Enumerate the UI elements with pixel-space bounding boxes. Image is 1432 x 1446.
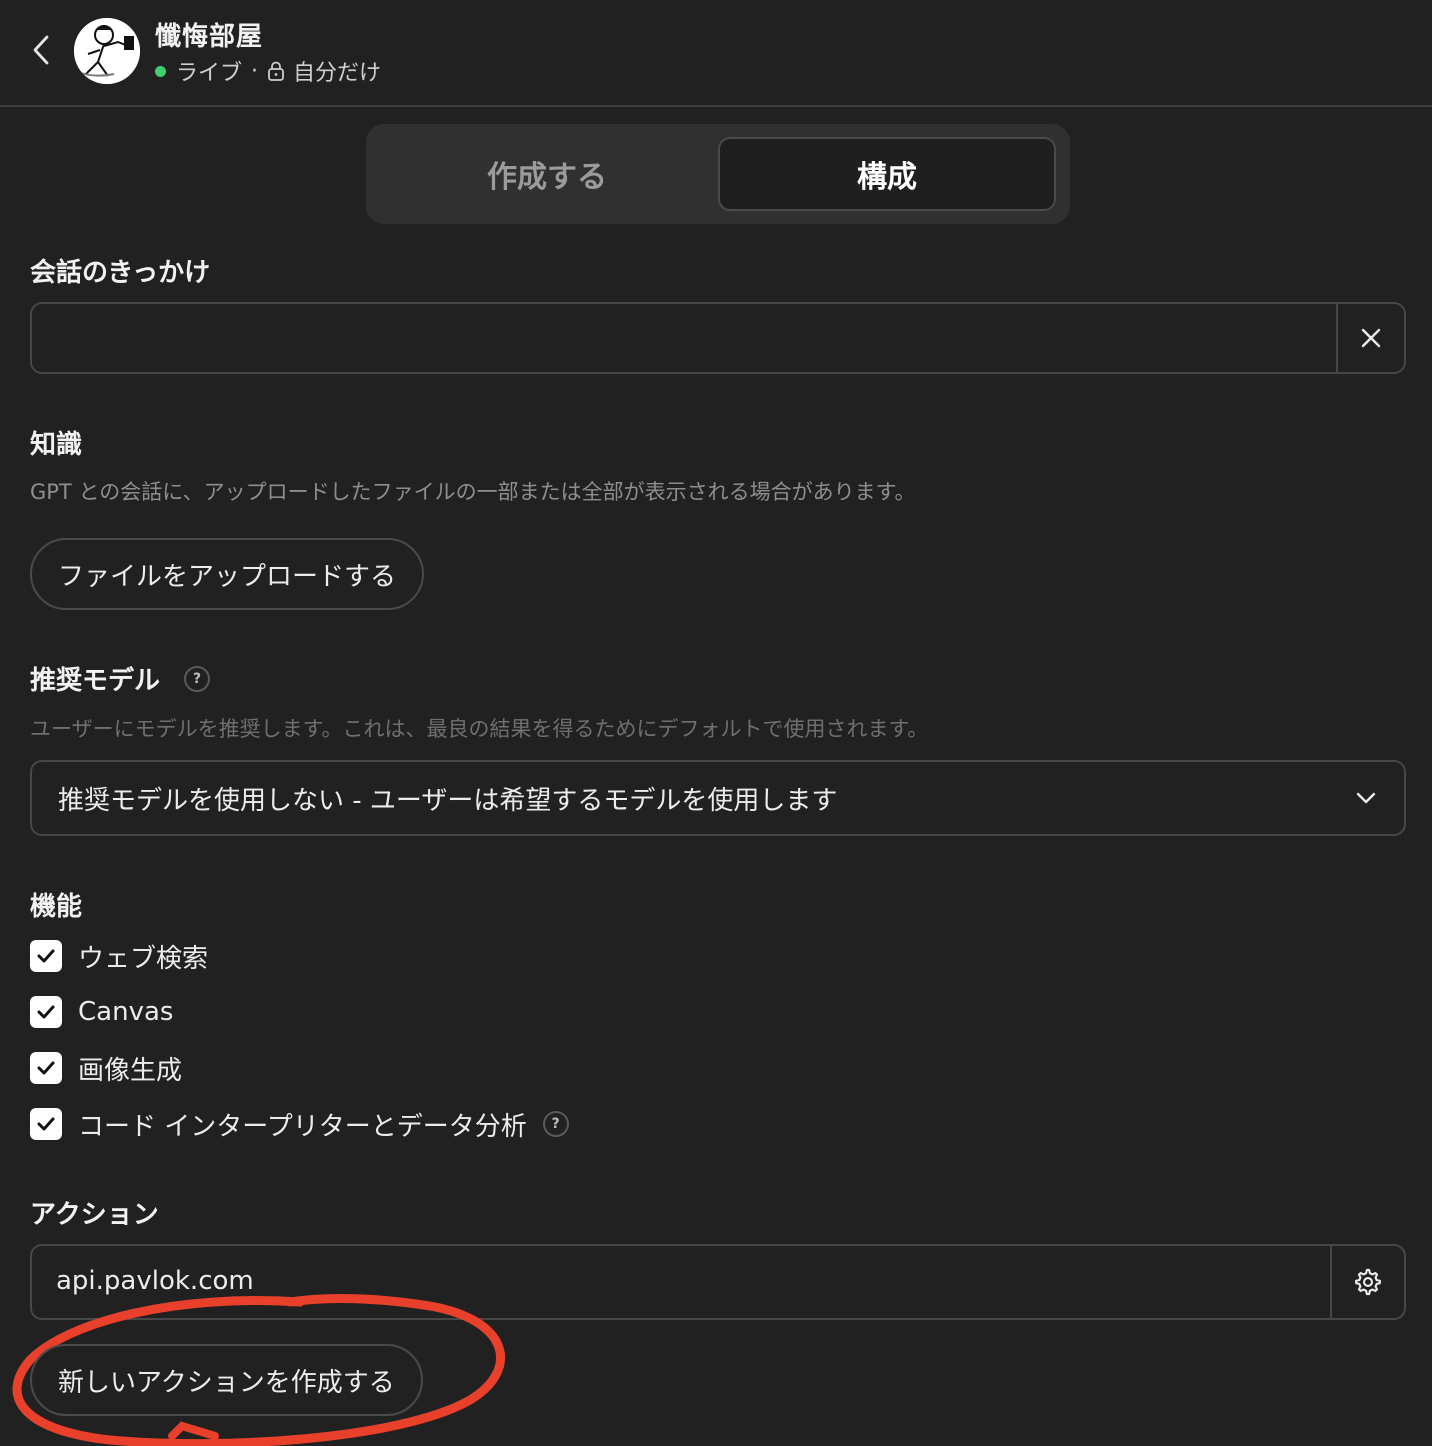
action-item[interactable]: api.pavlok.com bbox=[30, 1244, 1406, 1320]
capability-label: コード インタープリターとデータ分析 bbox=[78, 1111, 527, 1142]
tab-create[interactable]: 作成する bbox=[378, 137, 716, 211]
gpt-header: 懺悔部屋 ライブ · 自分だけ bbox=[0, 0, 1432, 107]
knowledge-description: GPT との会話に、アップロードしたファイルの一部または全部が表示される場合があ… bbox=[30, 480, 916, 504]
image-generation-checkbox[interactable] bbox=[30, 1052, 62, 1084]
action-settings-button[interactable] bbox=[1330, 1246, 1404, 1318]
capability-image-generation: 画像生成 bbox=[30, 1050, 182, 1086]
gear-icon bbox=[1355, 1268, 1381, 1296]
web-search-checkbox[interactable] bbox=[30, 940, 62, 972]
capability-web-search: ウェブ検索 bbox=[30, 938, 208, 974]
live-status-dot bbox=[155, 65, 166, 77]
knowledge-title: 知識 bbox=[30, 430, 83, 460]
checkmark-icon bbox=[37, 949, 55, 963]
conversation-starters-title: 会話のきっかけ bbox=[30, 258, 211, 288]
chevron-left-icon bbox=[33, 35, 49, 65]
create-action-button[interactable]: 新しいアクションを作成する bbox=[30, 1344, 423, 1416]
help-icon[interactable]: ? bbox=[542, 1111, 569, 1137]
action-domain: api.pavlok.com bbox=[56, 1266, 254, 1296]
recommended-model-select[interactable]: 推奨モデルを使用しない - ユーザーは希望するモデルを使用します bbox=[30, 760, 1406, 836]
status-label: ライブ bbox=[176, 61, 243, 86]
chevron-down-icon bbox=[1356, 792, 1376, 804]
clear-starter-button[interactable] bbox=[1336, 304, 1404, 372]
recommended-model-description: ユーザーにモデルを推奨します。これは、最良の結果を得るためにデフォルトで使用され… bbox=[30, 717, 929, 741]
mode-tabs: 作成する 構成 bbox=[366, 124, 1070, 224]
recommended-model-title: 推奨モデル bbox=[30, 666, 161, 696]
recommended-model-selected: 推奨モデルを使用しない - ユーザーは希望するモデルを使用します bbox=[58, 785, 838, 816]
tab-configure[interactable]: 構成 bbox=[718, 137, 1056, 211]
status-separator: · bbox=[251, 58, 259, 84]
capability-code-interpreter: コード インタープリターとデータ分析 ? bbox=[30, 1106, 569, 1142]
recommended-model-header: 推奨モデル ? bbox=[30, 660, 211, 697]
help-icon[interactable]: ? bbox=[184, 665, 211, 692]
capabilities-title: 機能 bbox=[30, 892, 83, 922]
visibility-label: 自分だけ bbox=[293, 61, 382, 86]
conversation-starter-field bbox=[30, 302, 1406, 374]
gpt-title: 懺悔部屋 bbox=[155, 22, 264, 52]
actions-title: アクション bbox=[30, 1200, 159, 1230]
code-interpreter-checkbox[interactable] bbox=[30, 1108, 62, 1140]
conversation-starter-input[interactable] bbox=[32, 304, 1338, 372]
canvas-checkbox[interactable] bbox=[30, 996, 62, 1028]
capability-label: ウェブ検索 bbox=[78, 943, 209, 974]
gpt-status: ライブ · 自分だけ bbox=[155, 56, 381, 86]
checkmark-icon bbox=[37, 1005, 55, 1019]
gpt-avatar bbox=[74, 18, 140, 84]
back-button[interactable] bbox=[22, 28, 62, 72]
capability-label: 画像生成 bbox=[78, 1055, 183, 1086]
checkmark-icon bbox=[37, 1117, 55, 1131]
close-icon bbox=[1361, 328, 1381, 348]
capability-canvas: Canvas bbox=[30, 994, 173, 1030]
lock-icon bbox=[267, 61, 285, 81]
upload-files-button[interactable]: ファイルをアップロードする bbox=[30, 538, 425, 610]
capability-label: Canvas bbox=[78, 997, 174, 1027]
checkmark-icon bbox=[37, 1061, 55, 1075]
